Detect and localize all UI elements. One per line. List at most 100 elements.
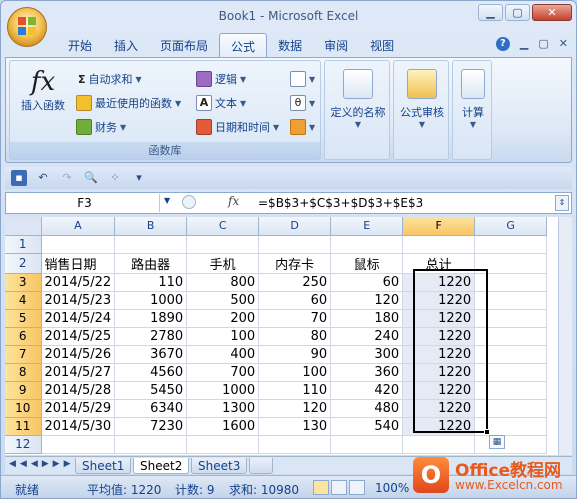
cell[interactable]: 420 bbox=[330, 381, 404, 400]
page-layout-view-icon[interactable] bbox=[331, 480, 347, 495]
cell[interactable] bbox=[402, 235, 476, 254]
name-box[interactable]: F3 bbox=[10, 194, 160, 212]
tab-page-layout[interactable]: 页面布局 bbox=[149, 33, 219, 57]
cell[interactable]: 2014/5/27 bbox=[41, 363, 116, 382]
row-header[interactable]: 7 bbox=[5, 345, 42, 364]
column-header-b[interactable]: B bbox=[114, 217, 188, 236]
vertical-scrollbar[interactable] bbox=[558, 217, 572, 455]
fx-label[interactable]: fx bbox=[228, 194, 239, 208]
worksheet-grid[interactable]: A B C D E F G 1 2 销售日期 路由器 手机 内存卡 鼠标 总计 3 2014/5/22 110 80… bbox=[5, 217, 572, 455]
cell[interactable]: 800 bbox=[186, 273, 260, 292]
cell[interactable]: 700 bbox=[186, 363, 260, 382]
cell[interactable]: 1220 bbox=[402, 273, 476, 292]
cell[interactable]: 2014/5/24 bbox=[41, 309, 116, 328]
cell[interactable]: 销售日期 bbox=[41, 253, 116, 274]
cell[interactable]: 500 bbox=[186, 291, 260, 310]
cell[interactable]: 1220 bbox=[402, 327, 476, 346]
formula-input[interactable]: =$B$3+$C$3+$D$3+$E$3 bbox=[258, 196, 423, 210]
office-button[interactable] bbox=[7, 7, 47, 47]
cell[interactable]: 90 bbox=[258, 345, 332, 364]
cell[interactable] bbox=[258, 235, 332, 254]
column-header-a[interactable]: A bbox=[41, 217, 116, 236]
cell[interactable] bbox=[186, 235, 260, 254]
cell[interactable] bbox=[402, 435, 476, 454]
cell[interactable]: 2014/5/25 bbox=[41, 327, 116, 346]
tab-formulas[interactable]: 公式 bbox=[219, 33, 268, 57]
cell[interactable]: 1600 bbox=[186, 417, 260, 436]
column-header-c[interactable]: C bbox=[186, 217, 260, 236]
insert-sheet-icon[interactable] bbox=[249, 458, 273, 474]
cell[interactable]: 300 bbox=[330, 345, 404, 364]
cell[interactable]: 120 bbox=[258, 399, 332, 418]
math-button[interactable]: θ ▼ bbox=[290, 93, 315, 113]
column-header-d[interactable]: D bbox=[258, 217, 332, 236]
cell[interactable]: 100 bbox=[258, 363, 332, 382]
cell[interactable]: 4560 bbox=[114, 363, 188, 382]
calculation-group[interactable]: 计算 ▼ bbox=[452, 60, 492, 160]
customize-toolbar-icon[interactable]: ▾ bbox=[131, 170, 147, 186]
cell[interactable]: 1220 bbox=[402, 381, 476, 400]
cell[interactable]: 240 bbox=[330, 327, 404, 346]
row-header[interactable]: 10 bbox=[5, 399, 42, 418]
tab-data[interactable]: 数据 bbox=[267, 33, 313, 57]
cell[interactable]: 400 bbox=[186, 345, 260, 364]
sheet-tab-3[interactable]: Sheet3 bbox=[191, 458, 248, 474]
cell[interactable] bbox=[474, 345, 548, 364]
calculation-button[interactable]: 计算 ▼ bbox=[454, 69, 492, 129]
cell[interactable]: 180 bbox=[330, 309, 404, 328]
ribbon-close-icon[interactable]: ✕ bbox=[559, 37, 568, 51]
cell[interactable]: 1220 bbox=[402, 291, 476, 310]
cell[interactable]: 480 bbox=[330, 399, 404, 418]
cell[interactable]: 1220 bbox=[402, 363, 476, 382]
cell[interactable]: 7230 bbox=[114, 417, 188, 436]
formula-auditing-button[interactable]: 公式审核 ▼ bbox=[395, 69, 449, 129]
row-header[interactable]: 12 bbox=[5, 435, 42, 454]
name-box-dropdown-icon[interactable]: ▼ bbox=[164, 196, 170, 205]
zoom-level[interactable]: 100% bbox=[375, 481, 409, 495]
cell[interactable] bbox=[186, 435, 260, 454]
cell[interactable]: 总计 bbox=[402, 253, 476, 274]
select-all-corner[interactable] bbox=[5, 217, 42, 236]
cell[interactable]: 130 bbox=[258, 417, 332, 436]
cell[interactable] bbox=[474, 253, 548, 274]
row-header[interactable]: 11 bbox=[5, 417, 42, 436]
row-header[interactable]: 8 bbox=[5, 363, 42, 382]
cell[interactable]: 120 bbox=[330, 291, 404, 310]
financial-button[interactable]: 财务 ▼ bbox=[76, 117, 126, 137]
column-header-f[interactable]: F bbox=[402, 217, 476, 236]
cell[interactable]: 540 bbox=[330, 417, 404, 436]
cell[interactable]: 手机 bbox=[186, 253, 260, 274]
cell[interactable]: 2014/5/30 bbox=[41, 417, 116, 436]
logical-button[interactable]: 逻辑 ▼ bbox=[196, 69, 246, 89]
cell[interactable]: 1890 bbox=[114, 309, 188, 328]
cell[interactable]: 360 bbox=[330, 363, 404, 382]
formula-auditing-group[interactable]: 公式审核 ▼ bbox=[393, 60, 449, 160]
recent-functions-button[interactable]: 最近使用的函数 ▼ bbox=[76, 93, 181, 113]
tab-insert[interactable]: 插入 bbox=[103, 33, 149, 57]
insert-function-button[interactable]: fx 插入函数 bbox=[14, 67, 72, 113]
defined-names-button[interactable]: 定义的名称 ▼ bbox=[327, 69, 389, 129]
cell[interactable]: 2014/5/26 bbox=[41, 345, 116, 364]
cell[interactable] bbox=[474, 291, 548, 310]
cell[interactable]: 110 bbox=[258, 381, 332, 400]
cell[interactable] bbox=[474, 381, 548, 400]
redo-icon[interactable]: ↷ bbox=[59, 170, 75, 186]
cell[interactable] bbox=[474, 273, 548, 292]
close-button[interactable]: ✕ bbox=[532, 4, 572, 21]
undo-icon[interactable]: ↶ bbox=[35, 170, 51, 186]
row-header[interactable]: 6 bbox=[5, 327, 42, 346]
page-break-view-icon[interactable] bbox=[349, 480, 365, 495]
datetime-button[interactable]: 日期和时间 ▼ bbox=[196, 117, 279, 137]
row-header[interactable]: 4 bbox=[5, 291, 42, 310]
cell[interactable]: 3670 bbox=[114, 345, 188, 364]
cell[interactable]: 2014/5/28 bbox=[41, 381, 116, 400]
cell[interactable]: 1220 bbox=[402, 399, 476, 418]
cell[interactable]: 100 bbox=[186, 327, 260, 346]
normal-view-icon[interactable] bbox=[313, 480, 329, 495]
auto-fill-options-icon[interactable]: ▦ bbox=[489, 435, 505, 449]
sheet-tab-1[interactable]: Sheet1 bbox=[75, 458, 132, 474]
text-button[interactable]: A 文本 ▼ bbox=[196, 93, 246, 113]
cell[interactable] bbox=[114, 235, 188, 254]
cell[interactable] bbox=[258, 435, 332, 454]
defined-names-group[interactable]: 定义的名称 ▼ bbox=[324, 60, 390, 160]
